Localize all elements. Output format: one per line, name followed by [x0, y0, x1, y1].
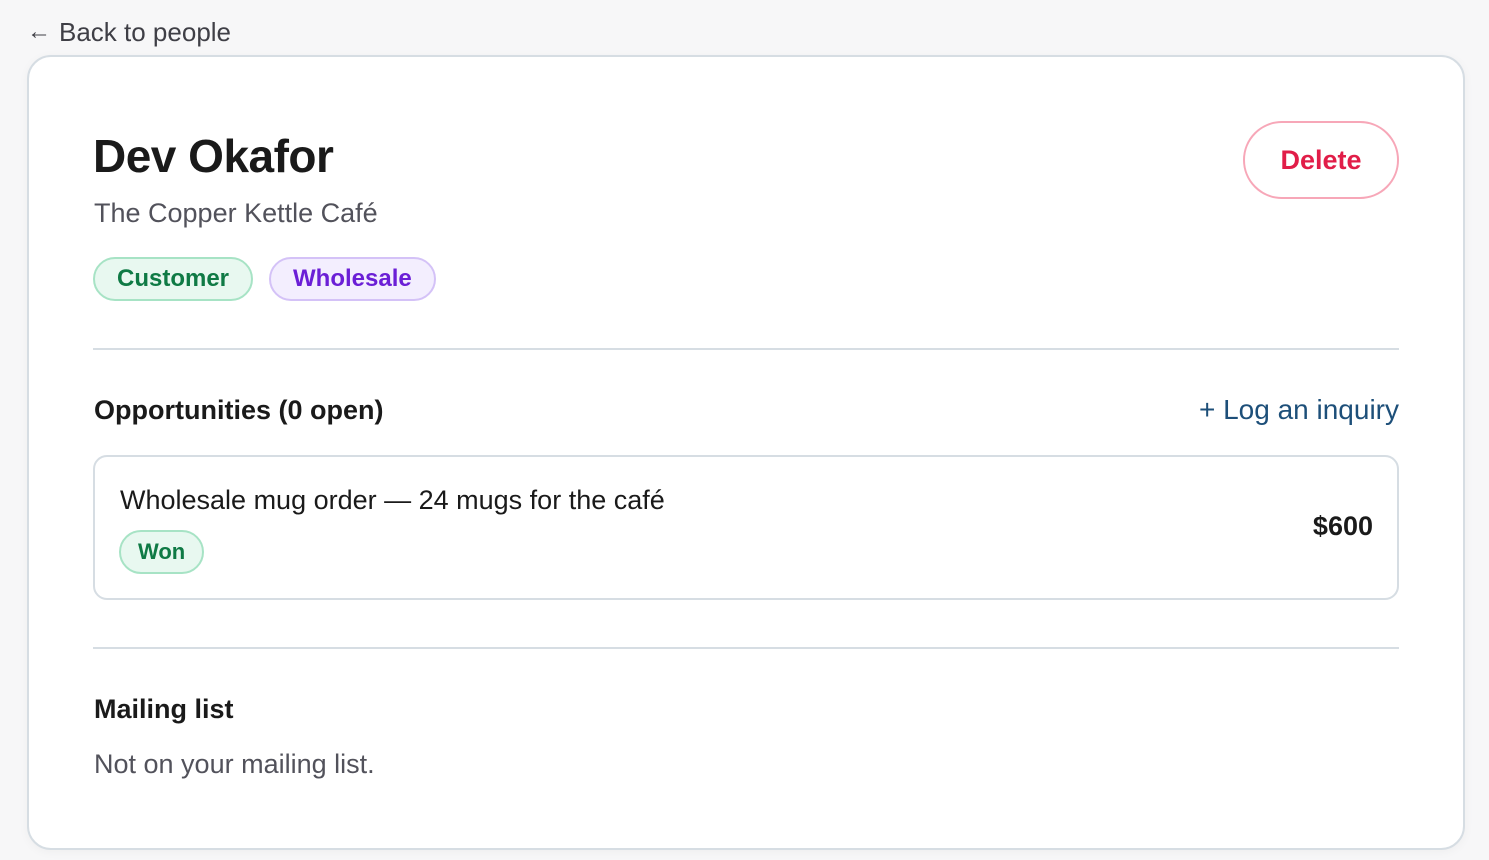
- divider: [93, 348, 1399, 350]
- back-link-label: Back to people: [59, 17, 232, 47]
- delete-button[interactable]: Delete: [1243, 121, 1399, 199]
- back-to-people-link[interactable]: ← Back to people: [27, 16, 231, 48]
- tag-wholesale: Wholesale: [269, 257, 436, 301]
- person-name: Dev Okafor: [93, 130, 334, 182]
- tag-customer: Customer: [93, 257, 254, 301]
- opportunity-amount: $600: [1312, 511, 1373, 541]
- opportunities-heading: Opportunities (0 open): [94, 395, 384, 425]
- log-inquiry-link[interactable]: + Log an inquiry: [1199, 394, 1399, 426]
- opportunity-name: Wholesale mug order — 24 mugs for the ca…: [120, 485, 665, 515]
- divider: [93, 647, 1399, 649]
- opportunity-item[interactable]: Wholesale mug order — 24 mugs for the ca…: [93, 455, 1399, 600]
- status-badge: Won: [119, 530, 205, 574]
- mailing-list-heading: Mailing list: [94, 694, 234, 724]
- mailing-list-status: Not on your mailing list.: [94, 749, 375, 779]
- tag-list: Customer Wholesale: [93, 257, 436, 301]
- arrow-left-icon: ←: [27, 18, 51, 45]
- person-card: Dev Okafor The Copper Kettle Café Delete…: [27, 55, 1465, 850]
- company-name: The Copper Kettle Café: [94, 198, 378, 228]
